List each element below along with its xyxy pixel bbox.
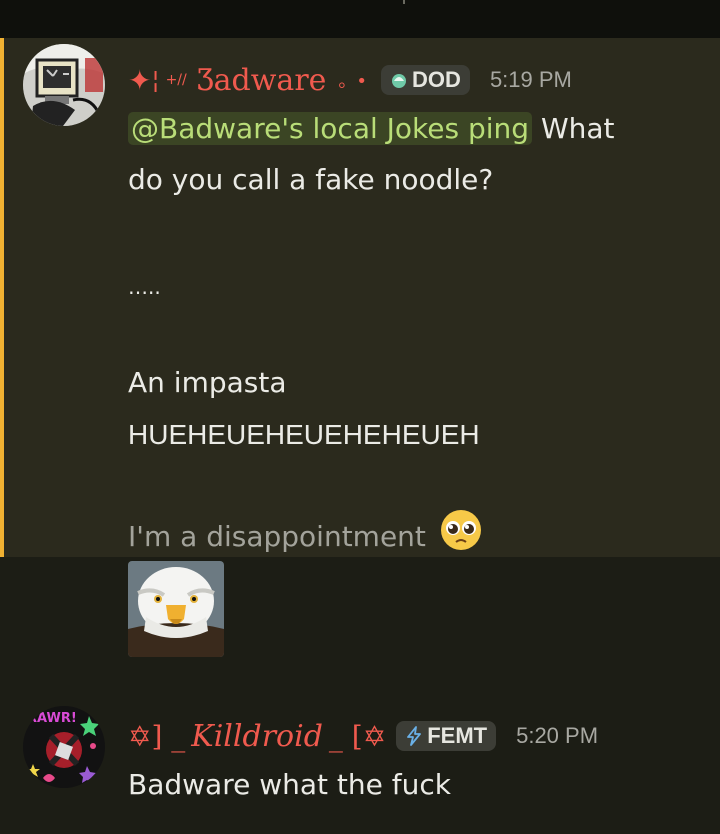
pleading-face-icon[interactable]: [439, 508, 483, 568]
message-line: I'm a disappointment: [128, 508, 483, 568]
message-header: ✦ ¦ +// Ʒadware 。• DOD 5:19 PM: [128, 58, 572, 102]
author-suffix: 。•: [338, 71, 368, 92]
sparkle-icon: ✦: [128, 63, 152, 97]
guild-tag[interactable]: FEMT: [396, 721, 497, 751]
author-suffix: _ [✡: [328, 719, 387, 753]
message-text: What: [540, 112, 615, 145]
bald-eagle-image[interactable]: [128, 561, 224, 657]
rawr-avatar-icon: RAWR!: [23, 706, 105, 788]
lightning-icon: [407, 726, 422, 746]
timestamp[interactable]: 5:20 PM: [516, 723, 598, 749]
header-divider: [403, 0, 405, 4]
timestamp[interactable]: 5:19 PM: [490, 67, 572, 93]
author-prefix: +//: [165, 72, 187, 88]
role-mention[interactable]: @Badware's local Jokes ping: [128, 112, 533, 145]
message-line: @Badware's local Jokes ping What: [128, 103, 615, 154]
computer-avatar-icon: [23, 44, 105, 126]
author-name[interactable]: Ʒadware: [197, 63, 327, 98]
channel-header-bar: [0, 0, 720, 38]
message-text: I'm a disappointment: [128, 520, 426, 553]
avatar-text: RAWR!: [27, 711, 77, 726]
author-prefix: ✡] _: [128, 719, 186, 753]
bar-icon: ¦: [151, 66, 160, 94]
message-header: ✡] _ Killdroid _ [✡ FEMT 5:20 PM: [128, 714, 598, 758]
message-text: An impasta: [128, 366, 287, 399]
author-name[interactable]: Killdroid: [191, 719, 323, 754]
message-text: Badware what the fuck: [128, 768, 451, 801]
message-text: …..: [128, 275, 161, 299]
guild-tag-label: FEMT: [427, 723, 488, 748]
guild-tag-label: DOD: [412, 67, 461, 92]
message-text: HUEHEUEHEUEHEHEUEH: [128, 419, 480, 450]
droplet-icon: [392, 74, 407, 88]
guild-tag[interactable]: DOD: [381, 65, 470, 95]
message-text: do you call a fake noodle?: [128, 163, 494, 196]
avatar[interactable]: [23, 44, 105, 126]
avatar[interactable]: RAWR!: [23, 706, 105, 788]
